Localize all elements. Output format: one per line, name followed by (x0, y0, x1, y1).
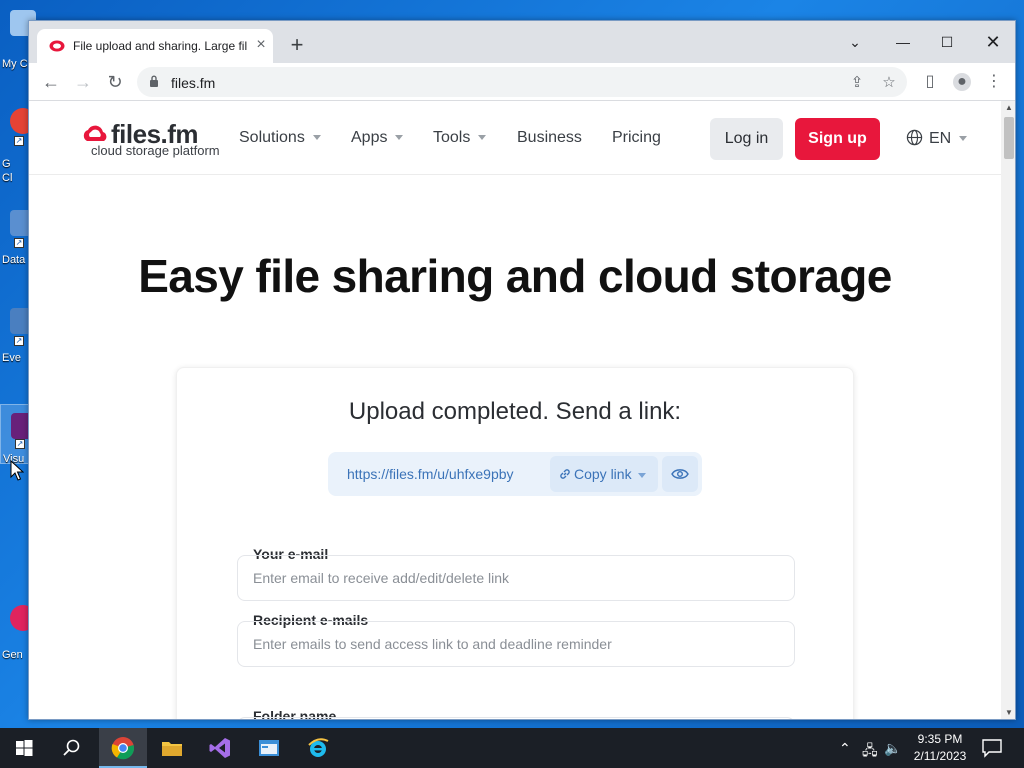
clock-date: 2/11/2023 (913, 749, 967, 763)
eye-icon (671, 469, 689, 479)
nav-tools[interactable]: Tools (433, 129, 487, 147)
windows-logo-icon (16, 740, 33, 756)
taskbar-visual-studio[interactable] (196, 728, 244, 768)
chrome-icon (111, 737, 135, 760)
copy-link-label: Copy link (574, 466, 632, 482)
more-menu-icon[interactable]: ⋮ (985, 73, 1003, 91)
upload-card: Upload completed. Send a link: https://f… (176, 367, 854, 719)
web-page: files.fm cloud storage platform Solution… (29, 101, 1001, 719)
scrollbar-thumb[interactable] (1004, 117, 1014, 159)
nav-solutions[interactable]: Solutions (239, 129, 321, 147)
upload-heading: Upload completed. Send a link: (348, 398, 682, 425)
search-icon (63, 739, 80, 756)
bookmark-star-icon[interactable]: ☆ (881, 75, 897, 91)
tab-search-chevron-icon[interactable]: ⌄ (833, 27, 877, 57)
folder-name-field[interactable] (238, 718, 794, 719)
language-label: EN (929, 130, 952, 147)
files-fm-logo[interactable]: files.fm cloud storage platform (81, 119, 221, 159)
tab-title: File upload and sharing. Large fil (73, 39, 248, 53)
language-selector[interactable]: EN (906, 129, 968, 148)
chevron-down-icon (312, 135, 321, 141)
address-bar[interactable]: files.fm ⇪ ☆ (137, 67, 907, 97)
nav-solutions-label: Solutions (239, 129, 305, 146)
logo-tagline: cloud storage platform (91, 143, 220, 158)
new-tab-button[interactable]: + (285, 34, 309, 58)
taskbar-clock[interactable]: 9:35 PM 2/11/2023 (904, 731, 976, 765)
minimize-button[interactable]: — (881, 27, 925, 57)
copy-link-button[interactable]: Copy link (550, 456, 658, 492)
nav-apps-label: Apps (351, 129, 388, 146)
site-header: files.fm cloud storage platform Solution… (29, 101, 1001, 175)
forward-arrow-icon[interactable]: → (69, 68, 97, 96)
share-link-box: https://files.fm/u/uhfxe9pby Copy link (328, 452, 702, 496)
chevron-down-icon (959, 136, 968, 142)
email-field[interactable] (238, 556, 794, 600)
chevron-down-icon (478, 135, 487, 141)
shortcut-arrow-icon: ↗ (14, 336, 24, 346)
share-icon[interactable]: ⇪ (849, 75, 865, 91)
hero-title: Easy file sharing and cloud storage (138, 250, 892, 302)
chevron-down-icon (637, 472, 646, 478)
browser-tab[interactable]: File upload and sharing. Large fil × (37, 29, 273, 63)
visual-studio-icon (209, 738, 230, 758)
files-fm-favicon (49, 40, 65, 52)
side-panel-icon[interactable]: ▯ (921, 73, 939, 91)
volume-icon[interactable]: 🔈 (884, 740, 901, 757)
title-bar: File upload and sharing. Large fil × + ⌄… (29, 21, 1015, 63)
taskbar-control-app[interactable] (245, 728, 293, 768)
shortcut-arrow-icon: ↗ (14, 136, 24, 146)
taskbar-internet-explorer[interactable] (294, 728, 342, 768)
lock-icon (150, 75, 158, 87)
url-text: files.fm (171, 75, 216, 91)
preview-eye-button[interactable] (662, 456, 698, 492)
mouse-cursor-icon (10, 460, 24, 481)
nav-business[interactable]: Business (517, 129, 582, 147)
show-hidden-icons-chevron-icon[interactable]: ⌃ (839, 740, 851, 757)
nav-apps[interactable]: Apps (351, 129, 404, 147)
desktop-icon-my-computer[interactable]: My C (0, 10, 36, 78)
desktop-icon-visual-studio[interactable]: ↗ Visu (0, 404, 37, 465)
cloud-logo-icon (83, 125, 107, 141)
close-window-button[interactable]: ✕ (971, 27, 1015, 57)
link-chain-icon (560, 469, 570, 479)
maximize-button[interactable]: ☐ (925, 27, 969, 57)
desktop-icon-chrome[interactable]: ↗ G Cl (0, 108, 36, 184)
desktop-icon-event[interactable]: ↗ Eve (0, 308, 36, 376)
desktop-icon-data[interactable]: ↗ Data (0, 210, 36, 278)
tab-close-icon[interactable]: × (253, 37, 269, 53)
globe-icon (906, 129, 923, 146)
clock-time: 9:35 PM (917, 732, 963, 746)
folder-icon (162, 742, 182, 756)
taskbar-file-explorer[interactable] (148, 728, 196, 768)
search-button[interactable] (48, 728, 96, 768)
scroll-up-arrow-icon[interactable]: ▲ (1005, 103, 1013, 112)
taskbar-chrome[interactable] (99, 728, 147, 768)
window-app-icon (259, 740, 279, 756)
back-arrow-icon[interactable]: ← (37, 68, 65, 96)
internet-explorer-icon (308, 738, 329, 757)
desktop-icon-gen[interactable]: Gen (0, 605, 36, 673)
folder-name-field-wrapper (237, 717, 795, 719)
recipients-field[interactable] (238, 622, 794, 666)
start-button[interactable] (0, 728, 48, 768)
recipients-field-wrapper (237, 621, 795, 667)
shortcut-arrow-icon: ↗ (14, 238, 24, 248)
chevron-down-icon (395, 135, 404, 141)
email-field-wrapper (237, 555, 795, 601)
share-link-url[interactable]: https://files.fm/u/uhfxe9pby (347, 466, 514, 482)
scroll-down-arrow-icon[interactable]: ▼ (1005, 708, 1013, 717)
notifications-icon[interactable] (980, 736, 1004, 760)
profile-avatar-icon[interactable]: ● (953, 73, 971, 91)
login-button[interactable]: Log in (710, 118, 783, 160)
taskbar: ⌃ 🖧 🔈 9:35 PM 2/11/2023 (0, 728, 1024, 768)
network-icon[interactable]: 🖧 (862, 740, 878, 764)
page-scrollbar[interactable]: ▲ ▼ (1001, 101, 1015, 719)
nav-tools-label: Tools (433, 129, 471, 146)
browser-toolbar: ← → ↻ files.fm ⇪ ☆ ▯ ● ⋮ (29, 63, 1015, 101)
nav-pricing[interactable]: Pricing (612, 129, 661, 147)
browser-window: File upload and sharing. Large fil × + ⌄… (28, 20, 1016, 720)
shortcut-arrow-icon: ↗ (15, 439, 25, 449)
signup-button[interactable]: Sign up (795, 118, 880, 160)
reload-icon[interactable]: ↻ (101, 68, 129, 96)
